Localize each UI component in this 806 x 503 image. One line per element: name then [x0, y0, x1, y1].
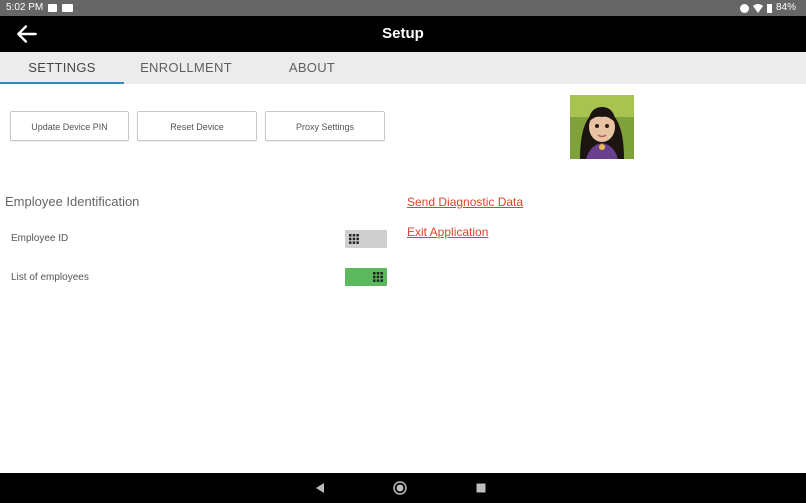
battery-icon	[766, 3, 772, 13]
reset-device-button[interactable]: Reset Device	[137, 111, 257, 141]
send-diagnostic-data-link[interactable]: Send Diagnostic Data	[407, 195, 523, 209]
wifi-icon	[752, 3, 763, 13]
tab-enrollment[interactable]: ENROLLMENT	[124, 52, 248, 84]
user-avatar	[570, 95, 634, 159]
nav-recents-icon[interactable]	[474, 481, 488, 495]
keypad-icon	[373, 272, 383, 282]
employee-id-toggle[interactable]	[345, 230, 387, 248]
keypad-icon	[349, 234, 359, 244]
list-of-employees-toggle[interactable]	[345, 268, 387, 286]
update-device-pin-button[interactable]: Update Device PIN	[10, 111, 129, 141]
navigation-bar	[0, 473, 806, 503]
nav-back-icon[interactable]	[313, 481, 327, 495]
status-time: 5:02 PM	[6, 2, 44, 13]
nav-home-icon[interactable]	[393, 481, 407, 495]
notification-icon	[48, 4, 57, 12]
tab-settings[interactable]: SETTINGS	[0, 52, 124, 84]
media-notification-icon	[62, 4, 73, 12]
tab-about[interactable]: ABOUT	[250, 52, 374, 84]
app-bar: Setup	[0, 16, 806, 52]
status-right: 84%	[739, 0, 796, 16]
proxy-settings-button[interactable]: Proxy Settings	[265, 111, 385, 141]
list-of-employees-label: List of employees	[11, 272, 89, 283]
exit-application-link[interactable]: Exit Application	[407, 225, 488, 239]
eye-icon	[739, 3, 749, 13]
tab-bar: SETTINGS ENROLLMENT ABOUT	[0, 52, 806, 84]
status-bar: 5:02 PM 84%	[0, 0, 806, 16]
battery-percent: 84%	[775, 2, 796, 13]
employee-identification-title: Employee Identification	[5, 194, 140, 209]
employee-id-label: Employee ID	[11, 233, 69, 244]
page-title: Setup	[382, 25, 424, 42]
